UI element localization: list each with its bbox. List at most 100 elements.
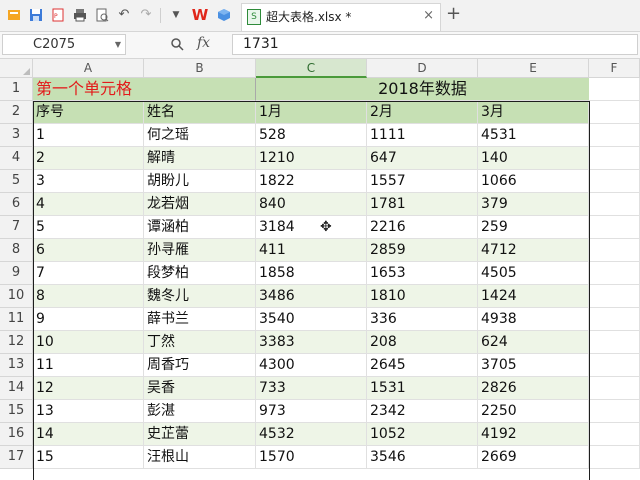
table-cell[interactable]: 140 [478, 147, 589, 170]
table-cell[interactable]: 1111 [367, 124, 478, 147]
fx-icon[interactable]: fx [197, 35, 210, 51]
table-cell[interactable]: 10 [33, 331, 144, 354]
table-cell[interactable]: 胡盼儿 [144, 170, 256, 193]
row-header[interactable]: 2 [0, 101, 33, 124]
table-cell[interactable]: 1066 [478, 170, 589, 193]
chevron-down-icon[interactable]: ▼ [115, 35, 121, 54]
table-cell[interactable]: 1210 [256, 147, 367, 170]
table-cell[interactable]: 4300 [256, 354, 367, 377]
column-header-b[interactable]: B [144, 59, 256, 78]
table-cell[interactable]: 9 [33, 308, 144, 331]
row-header[interactable]: 1 [0, 78, 33, 101]
row-header[interactable]: 7 [0, 216, 33, 239]
table-cell[interactable]: 魏冬儿 [144, 285, 256, 308]
table-cell[interactable]: 丁然 [144, 331, 256, 354]
close-icon[interactable]: × [423, 8, 434, 24]
table-cell[interactable]: 2859 [367, 239, 478, 262]
table-cell[interactable]: 2669 [478, 446, 589, 469]
row-header[interactable]: 14 [0, 377, 33, 400]
empty-cell[interactable] [589, 377, 640, 400]
table-cell[interactable]: 何之瑶 [144, 124, 256, 147]
app-menu-icon[interactable] [6, 7, 22, 23]
column-label-cell[interactable]: 2月 [367, 101, 478, 124]
table-cell[interactable]: 1653 [367, 262, 478, 285]
table-cell[interactable]: 1052 [367, 423, 478, 446]
table-cell[interactable]: 4192 [478, 423, 589, 446]
table-cell[interactable]: 647 [367, 147, 478, 170]
row-header[interactable]: 5 [0, 170, 33, 193]
column-header-d[interactable]: D [367, 59, 478, 78]
row-header[interactable]: 13 [0, 354, 33, 377]
table-cell[interactable]: 彭湛 [144, 400, 256, 423]
empty-cell[interactable] [589, 170, 640, 193]
table-cell[interactable]: 4938 [478, 308, 589, 331]
table-cell[interactable]: 379 [478, 193, 589, 216]
row-header[interactable]: 9 [0, 262, 33, 285]
empty-cell[interactable] [589, 423, 640, 446]
name-box[interactable]: C2075 ▼ [2, 34, 126, 55]
table-cell[interactable]: 孙寻雁 [144, 239, 256, 262]
table-cell[interactable]: 3705 [478, 354, 589, 377]
table-cell[interactable]: 411 [256, 239, 367, 262]
table-cell[interactable]: 薛书兰 [144, 308, 256, 331]
save-icon[interactable] [28, 7, 44, 23]
table-cell[interactable]: 3184 [256, 216, 367, 239]
table-cell[interactable]: 2645 [367, 354, 478, 377]
table-cell[interactable]: 4712 [478, 239, 589, 262]
column-header-e[interactable]: E [478, 59, 589, 78]
plus-icon[interactable]: + [446, 4, 461, 24]
table-cell[interactable]: 1810 [367, 285, 478, 308]
empty-cell[interactable] [589, 193, 640, 216]
table-cell[interactable]: 5 [33, 216, 144, 239]
empty-cell[interactable] [589, 262, 640, 285]
empty-cell[interactable] [589, 400, 640, 423]
empty-cell[interactable] [589, 101, 640, 124]
table-cell[interactable]: 1570 [256, 446, 367, 469]
table-cell[interactable]: 1858 [256, 262, 367, 285]
table-cell[interactable]: 840 [256, 193, 367, 216]
table-cell[interactable]: 8 [33, 285, 144, 308]
row-header[interactable]: 17 [0, 446, 33, 469]
column-label-cell[interactable]: 姓名 [144, 101, 256, 124]
table-cell[interactable]: 3546 [367, 446, 478, 469]
table-cell[interactable]: 1557 [367, 170, 478, 193]
table-cell[interactable]: 6 [33, 239, 144, 262]
table-cell[interactable]: 4532 [256, 423, 367, 446]
table-cell[interactable]: 12 [33, 377, 144, 400]
row-header[interactable]: 15 [0, 400, 33, 423]
table-cell[interactable]: 2826 [478, 377, 589, 400]
table-cell[interactable]: 624 [478, 331, 589, 354]
table-cell[interactable]: 2 [33, 147, 144, 170]
zoom-icon[interactable] [170, 37, 184, 55]
table-cell[interactable]: 2216 [367, 216, 478, 239]
table-cell[interactable]: 973 [256, 400, 367, 423]
column-label-cell[interactable]: 1月 [256, 101, 367, 124]
table-cell[interactable]: 2342 [367, 400, 478, 423]
undo-icon[interactable]: ↶ [116, 7, 132, 23]
column-header-f[interactable]: F [589, 59, 640, 78]
table-cell[interactable]: 15 [33, 446, 144, 469]
row-header[interactable]: 3 [0, 124, 33, 147]
redo-icon[interactable]: ↷ [138, 7, 154, 23]
table-cell[interactable]: 1781 [367, 193, 478, 216]
cube-icon[interactable] [216, 7, 232, 23]
row-header[interactable]: 12 [0, 331, 33, 354]
title-cell-left[interactable]: 第一个单元格 [33, 78, 256, 101]
table-cell[interactable]: 4531 [478, 124, 589, 147]
table-cell[interactable]: 4505 [478, 262, 589, 285]
table-cell[interactable]: 3383 [256, 331, 367, 354]
table-cell[interactable]: 13 [33, 400, 144, 423]
table-cell[interactable]: 1424 [478, 285, 589, 308]
column-header-a[interactable]: A [33, 59, 144, 78]
empty-cell[interactable] [589, 285, 640, 308]
empty-cell[interactable] [589, 446, 640, 469]
table-cell[interactable]: 1822 [256, 170, 367, 193]
empty-cell[interactable] [589, 78, 640, 101]
table-cell[interactable]: 解晴 [144, 147, 256, 170]
row-header[interactable]: 4 [0, 147, 33, 170]
table-cell[interactable]: 3 [33, 170, 144, 193]
table-cell[interactable]: 14 [33, 423, 144, 446]
dropdown-icon[interactable]: ▼ [168, 7, 184, 23]
print-icon[interactable] [72, 7, 88, 23]
column-header-c[interactable]: C [256, 59, 367, 78]
